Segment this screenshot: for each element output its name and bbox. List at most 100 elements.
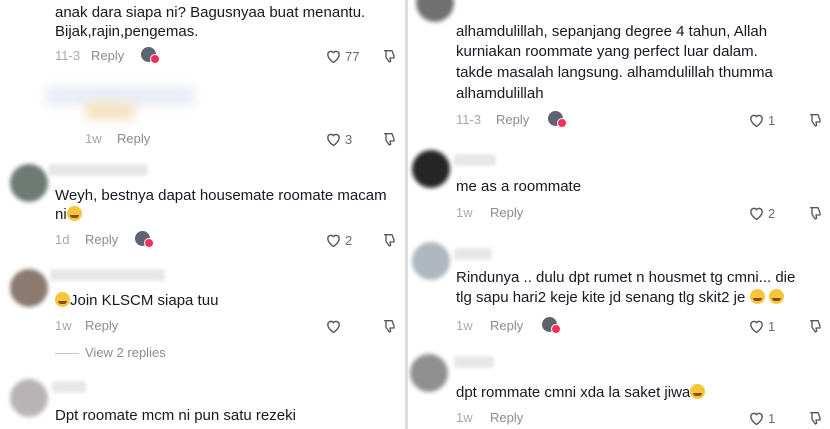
comment-text-line: tlg sapu hari2 keje kite jd senang tlg s… bbox=[456, 288, 784, 307]
thumbs-down-icon[interactable] bbox=[382, 48, 398, 64]
comment-meta: 1w Reply bbox=[85, 130, 205, 148]
left-comment-panel: anak dara siapa ni? Bagusnyaa buat menan… bbox=[0, 0, 405, 429]
reply-button[interactable]: Reply bbox=[85, 317, 118, 335]
comment-meta: 1w Reply bbox=[456, 409, 586, 427]
comment-date: 11-3 bbox=[55, 48, 81, 63]
crying-laughing-emoji-icon bbox=[690, 384, 706, 399]
comment-date: 1w bbox=[456, 205, 473, 220]
creator-liked-avatar-icon bbox=[548, 111, 567, 128]
avatar[interactable] bbox=[416, 0, 454, 22]
comment-meta: 1w Reply bbox=[456, 317, 586, 335]
like-count: 2 bbox=[345, 232, 353, 248]
comment-meta: 11-3 Reply bbox=[55, 47, 175, 65]
thumbs-down-icon[interactable] bbox=[382, 232, 398, 248]
comment-date: 11-3 bbox=[456, 112, 482, 127]
comment-text: alhamdulillah, sepanjang degree 4 tahun,… bbox=[456, 23, 768, 40]
thumbs-down-icon[interactable] bbox=[808, 318, 824, 334]
heart-outline-icon bbox=[750, 207, 763, 221]
star-struck-emoji-icon bbox=[55, 292, 70, 307]
like-count: 1 bbox=[768, 410, 776, 426]
username-blurred[interactable] bbox=[50, 269, 165, 281]
like-count: 1 bbox=[768, 112, 776, 128]
heart-outline-icon bbox=[327, 320, 340, 334]
creator-liked-avatar-icon bbox=[141, 47, 160, 64]
avatar[interactable] bbox=[10, 269, 48, 307]
comment-text: Bijak,rajin,pengemas. bbox=[55, 23, 199, 40]
like-button[interactable]: 1 bbox=[748, 111, 775, 129]
crying-laughing-emoji-icon bbox=[66, 206, 82, 221]
comment-text: me as a roommate bbox=[456, 178, 582, 195]
reply-button[interactable]: Reply bbox=[117, 130, 150, 148]
comment-text: Dpt roomate mcm ni pun satu rezeki bbox=[55, 407, 296, 424]
username-blurred[interactable] bbox=[454, 248, 492, 260]
like-button[interactable]: 2 bbox=[325, 231, 352, 249]
comment-text: takde masalah langsung. alhamdulillah th… bbox=[456, 64, 773, 81]
reply-button[interactable]: Reply bbox=[490, 317, 523, 335]
creator-liked-avatar-icon bbox=[135, 231, 154, 248]
heart-outline-icon bbox=[750, 114, 763, 128]
heart-outline-icon bbox=[327, 234, 340, 248]
reply-button[interactable]: Reply bbox=[490, 409, 523, 427]
reply-button[interactable]: Reply bbox=[496, 111, 529, 129]
like-count: 1 bbox=[768, 318, 776, 334]
like-button[interactable]: 1 bbox=[748, 317, 775, 335]
zany-face-emoji-icon bbox=[768, 289, 784, 304]
username-blurred[interactable] bbox=[454, 154, 496, 166]
comment-text: Weyh, bestnya dapat housemate roomate ma… bbox=[55, 187, 387, 204]
right-comment-panel: alhamdulillah, sepanjang degree 4 tahun,… bbox=[408, 0, 830, 429]
avatar[interactable] bbox=[10, 164, 48, 202]
heart-outline-icon bbox=[750, 412, 763, 426]
like-button[interactable]: 1 bbox=[748, 409, 775, 427]
heart-outline-icon bbox=[750, 320, 763, 334]
like-count: 3 bbox=[345, 131, 353, 147]
comment-date: 1d bbox=[55, 232, 70, 247]
zany-face-emoji-icon bbox=[749, 289, 765, 304]
like-button[interactable]: 3 bbox=[325, 130, 352, 148]
username-blurred[interactable] bbox=[52, 381, 86, 393]
blurred-content bbox=[85, 102, 135, 120]
comment-text-line: Join KLSCM siapa tuu bbox=[55, 291, 218, 310]
thumbs-down-icon[interactable] bbox=[382, 318, 398, 334]
thumbs-down-icon[interactable] bbox=[808, 205, 824, 221]
comment-date: 1w bbox=[456, 410, 473, 425]
like-count: 2 bbox=[768, 205, 776, 221]
comment-text: anak dara siapa ni? Bagusnyaa buat menan… bbox=[55, 4, 366, 21]
like-count: 77 bbox=[345, 48, 360, 64]
comment-text: kurniakan roommate yang perfect luar dal… bbox=[456, 43, 758, 60]
like-button[interactable] bbox=[325, 317, 345, 335]
heart-outline-icon bbox=[327, 133, 340, 147]
reply-button[interactable]: Reply bbox=[490, 204, 523, 222]
thumbs-down-icon[interactable] bbox=[808, 410, 824, 426]
comment-text-line: ni bbox=[55, 205, 82, 224]
comment-text: ni bbox=[55, 206, 67, 223]
creator-liked-avatar-icon bbox=[542, 317, 561, 334]
comment-text: Join KLSCM siapa tuu bbox=[70, 292, 219, 309]
comment-text: alhamdulillah bbox=[456, 85, 544, 102]
comment-date: 1w bbox=[456, 318, 473, 333]
comment-meta: 1w Reply bbox=[55, 317, 175, 335]
comment-meta: 1d Reply bbox=[55, 231, 175, 249]
comment-text: tlg sapu hari2 keje kite jd senang tlg s… bbox=[456, 289, 746, 306]
avatar[interactable] bbox=[412, 150, 450, 188]
comment-date: 1w bbox=[85, 131, 102, 146]
avatar[interactable] bbox=[412, 242, 450, 280]
comment-meta: 1w Reply bbox=[456, 204, 586, 222]
like-button[interactable]: 77 bbox=[325, 47, 359, 65]
heart-outline-icon bbox=[327, 50, 340, 64]
comment-text-line: dpt rommate cmni xda la saket jiwa bbox=[456, 383, 706, 402]
thumbs-down-icon[interactable] bbox=[382, 131, 398, 147]
view-replies-button[interactable]: View 2 replies bbox=[85, 345, 166, 360]
comment-date: 1w bbox=[55, 318, 72, 333]
avatar[interactable] bbox=[410, 354, 448, 392]
view-replies-divider bbox=[55, 353, 79, 354]
reply-button[interactable]: Reply bbox=[91, 47, 124, 65]
like-button[interactable]: 2 bbox=[748, 204, 775, 222]
avatar[interactable] bbox=[10, 379, 48, 417]
comment-text: dpt rommate cmni xda la saket jiwa bbox=[456, 384, 691, 401]
username-blurred[interactable] bbox=[48, 164, 148, 176]
reply-button[interactable]: Reply bbox=[85, 231, 118, 249]
username-blurred[interactable] bbox=[454, 356, 494, 368]
thumbs-down-icon[interactable] bbox=[808, 112, 824, 128]
comment-text: Rindunya .. dulu dpt rumet n housmet tg … bbox=[456, 269, 796, 286]
comment-meta: 11-3 Reply bbox=[456, 111, 586, 129]
